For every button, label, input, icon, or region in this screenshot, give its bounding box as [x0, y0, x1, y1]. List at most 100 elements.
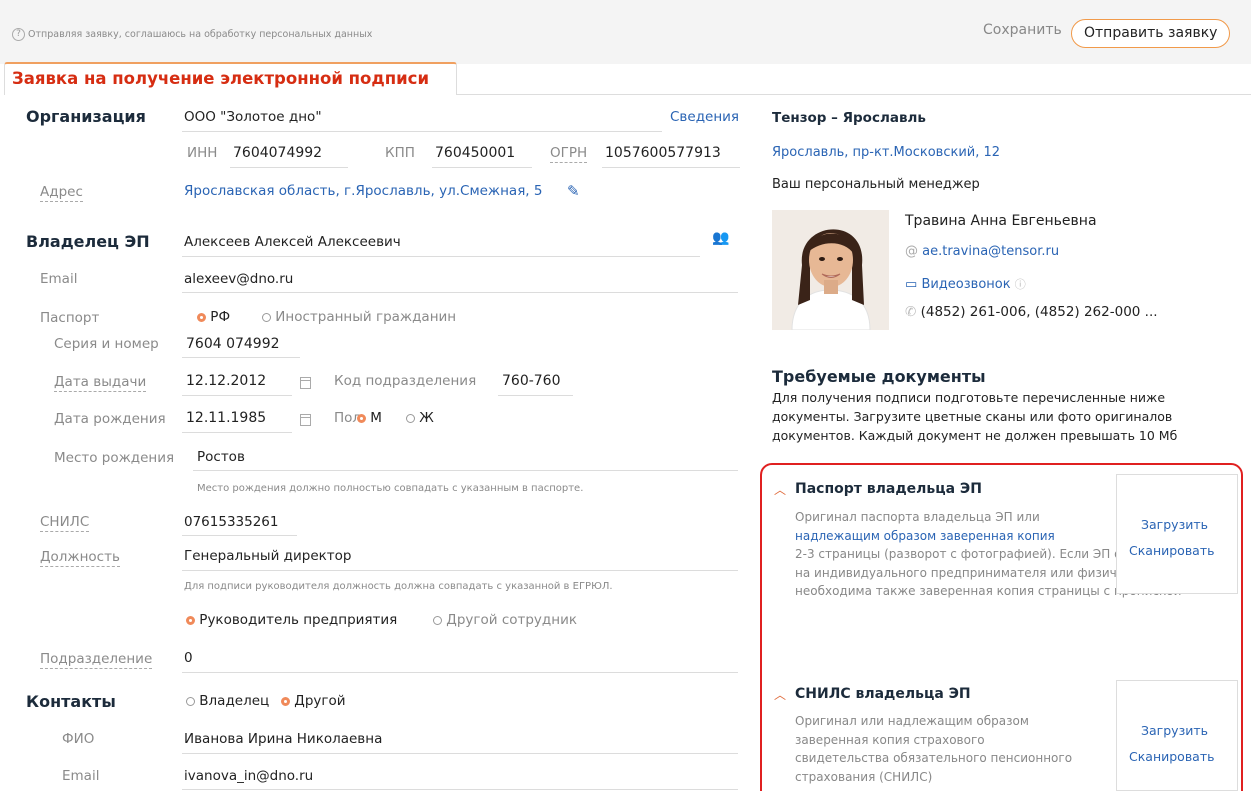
contact-email-label: Email	[62, 768, 100, 784]
birth-place-field[interactable]: Ростов	[197, 449, 245, 465]
birth-date-underline	[182, 432, 292, 433]
radio-selected-icon	[281, 696, 290, 706]
role-other-radio[interactable]: Другой сотрудник	[433, 612, 577, 628]
birth-place-label: Место рождения	[54, 450, 175, 466]
ogrn-field[interactable]: 1057600577913	[605, 145, 721, 161]
scan-passport-button[interactable]: Сканировать	[1129, 543, 1215, 558]
send-request-button[interactable]: Отправить заявку	[1071, 19, 1231, 48]
phone-icon: ✆	[905, 304, 921, 320]
doc-passport-upload-box: Загрузить Сканировать	[1116, 474, 1238, 594]
documents-intro: Для получения подписи подготовьте перечи…	[772, 390, 1178, 443]
tab-request[interactable]: Заявка на получение электронной подписи	[4, 62, 457, 95]
calendar-icon[interactable]	[300, 375, 311, 391]
sex-m-radio[interactable]: М	[357, 410, 382, 426]
section-contacts: Контакты	[26, 692, 116, 711]
dept-code-underline	[498, 395, 573, 396]
doc-passport-link[interactable]: надлежащим образом заверенная копия	[795, 529, 1055, 543]
pencil-icon[interactable]: ✎	[567, 182, 580, 200]
contact-other-radio[interactable]: Другой	[281, 693, 346, 709]
upload-snils-button[interactable]: Загрузить	[1141, 723, 1208, 738]
passport-foreign-radio[interactable]: Иностранный гражданин	[262, 309, 456, 325]
passport-rf-label: РФ	[210, 309, 231, 325]
doc-passport-title[interactable]: Паспорт владельца ЭП	[795, 481, 982, 497]
birth-place-hint: Место рождения должно полностью совпадат…	[197, 483, 584, 494]
owner-name-underline	[182, 256, 700, 257]
inn-label: ИНН	[187, 145, 218, 161]
series-label: Серия и номер	[54, 336, 159, 352]
doc-snils-upload-box: Загрузить Сканировать	[1116, 680, 1238, 791]
subdivision-label: Подразделение	[40, 651, 153, 669]
upload-passport-button[interactable]: Загрузить	[1141, 517, 1208, 532]
doc-passport-text-before: Оригинал паспорта владельца ЭП или	[795, 510, 1040, 524]
dept-code-field[interactable]: 760-760	[502, 373, 561, 389]
snils-underline	[182, 535, 297, 536]
video-call-link[interactable]: Видеозвонок	[921, 277, 1010, 292]
video-call-row[interactable]: ▭ Видеозвонок ⓘ	[905, 276, 1026, 292]
office-address-link[interactable]: Ярославль, пр-кт.Московский, 12	[772, 145, 1000, 160]
org-name-underline	[182, 131, 662, 132]
manager-name: Травина Анна Евгеньевна	[905, 213, 1097, 229]
subdivision-field[interactable]: 0	[184, 650, 193, 666]
ogrn-underline	[602, 167, 740, 168]
position-label: Должность	[40, 549, 120, 567]
doc-passport-desc: Оригинал паспорта владельца ЭП или надлеж…	[795, 508, 1115, 545]
position-hint: Для подписи руководителя должность должн…	[184, 581, 613, 592]
office-name: Тензор – Ярославль	[772, 110, 926, 126]
issue-date-field[interactable]: 12.12.2012	[186, 373, 266, 389]
position-underline	[182, 570, 738, 571]
phones-row: ✆ (4852) 261-006, (4852) 262-000 ...	[905, 304, 1158, 320]
dept-code-label: Код подразделения	[334, 373, 477, 389]
snils-field[interactable]: 07615335261	[184, 514, 278, 530]
manager-email-row[interactable]: @ ae.travina@tensor.ru	[905, 244, 1059, 259]
fio-underline	[182, 753, 738, 754]
ogrn-label: ОГРН	[550, 145, 588, 163]
users-icon[interactable]: 👥	[712, 230, 729, 246]
documents-title: Требуемые документы	[772, 367, 986, 386]
owner-name-field[interactable]: Алексеев Алексей Алексеевич	[184, 234, 401, 250]
section-owner: Владелец ЭП	[26, 232, 150, 251]
help-icon[interactable]: ?	[12, 28, 25, 41]
chevron-up-icon[interactable]: ︿	[774, 481, 786, 498]
position-field[interactable]: Генеральный директор	[184, 548, 351, 564]
address-label: Адрес	[40, 184, 83, 202]
org-name-field[interactable]: ООО "Золотое дно"	[184, 109, 322, 125]
save-button[interactable]: Сохранить	[983, 22, 1062, 38]
radio-selected-icon	[197, 312, 206, 322]
fio-field[interactable]: Иванова Ирина Николаевна	[184, 731, 382, 747]
inn-field[interactable]: 7604074992	[233, 145, 322, 161]
contact-owner-radio[interactable]: Владелец	[186, 693, 269, 709]
passport-foreign-label: Иностранный гражданин	[275, 309, 457, 325]
help-icon[interactable]: ⓘ	[1015, 278, 1026, 291]
manager-label: Ваш персональный менеджер	[772, 177, 980, 192]
owner-email-field[interactable]: alexeev@dno.ru	[184, 271, 293, 287]
doc-snils-desc: Оригинал или надлежащим образом заверенн…	[795, 714, 1073, 784]
manager-avatar	[772, 210, 889, 330]
birth-date-field[interactable]: 12.11.1985	[186, 410, 266, 426]
radio-empty-icon	[433, 615, 442, 625]
address-link[interactable]: Ярославская область, г.Ярославль, ул.Сме…	[184, 183, 542, 199]
radio-selected-icon	[186, 615, 195, 625]
inn-underline	[230, 167, 348, 168]
details-link[interactable]: Сведения	[670, 109, 739, 125]
series-field[interactable]: 7604 074992	[186, 336, 280, 352]
subdivision-underline	[182, 672, 738, 673]
sex-f-radio[interactable]: Ж	[406, 410, 434, 426]
kpp-underline	[432, 167, 532, 168]
contact-email-field[interactable]: ivanova_in@dno.ru	[184, 768, 313, 784]
role-head-radio[interactable]: Руководитель предприятия	[186, 612, 397, 628]
tab-divider	[457, 94, 1251, 95]
role-head-label: Руководитель предприятия	[199, 612, 398, 628]
kpp-field[interactable]: 760450001	[435, 145, 515, 161]
scan-snils-button[interactable]: Сканировать	[1129, 749, 1215, 764]
doc-snils-title[interactable]: СНИЛС владельца ЭП	[795, 686, 971, 702]
snils-label: СНИЛС	[40, 514, 90, 532]
passport-rf-radio[interactable]: РФ	[197, 309, 230, 325]
video-camera-icon: ▭	[905, 277, 918, 292]
sex-f-label: Ж	[419, 410, 434, 426]
radio-selected-icon	[357, 413, 366, 423]
contact-other-label: Другой	[294, 693, 346, 709]
passport-label: Паспорт	[40, 310, 100, 326]
calendar-icon[interactable]	[300, 412, 311, 428]
chevron-up-icon[interactable]: ︿	[774, 686, 786, 703]
manager-email-link[interactable]: ae.travina@tensor.ru	[922, 244, 1059, 259]
